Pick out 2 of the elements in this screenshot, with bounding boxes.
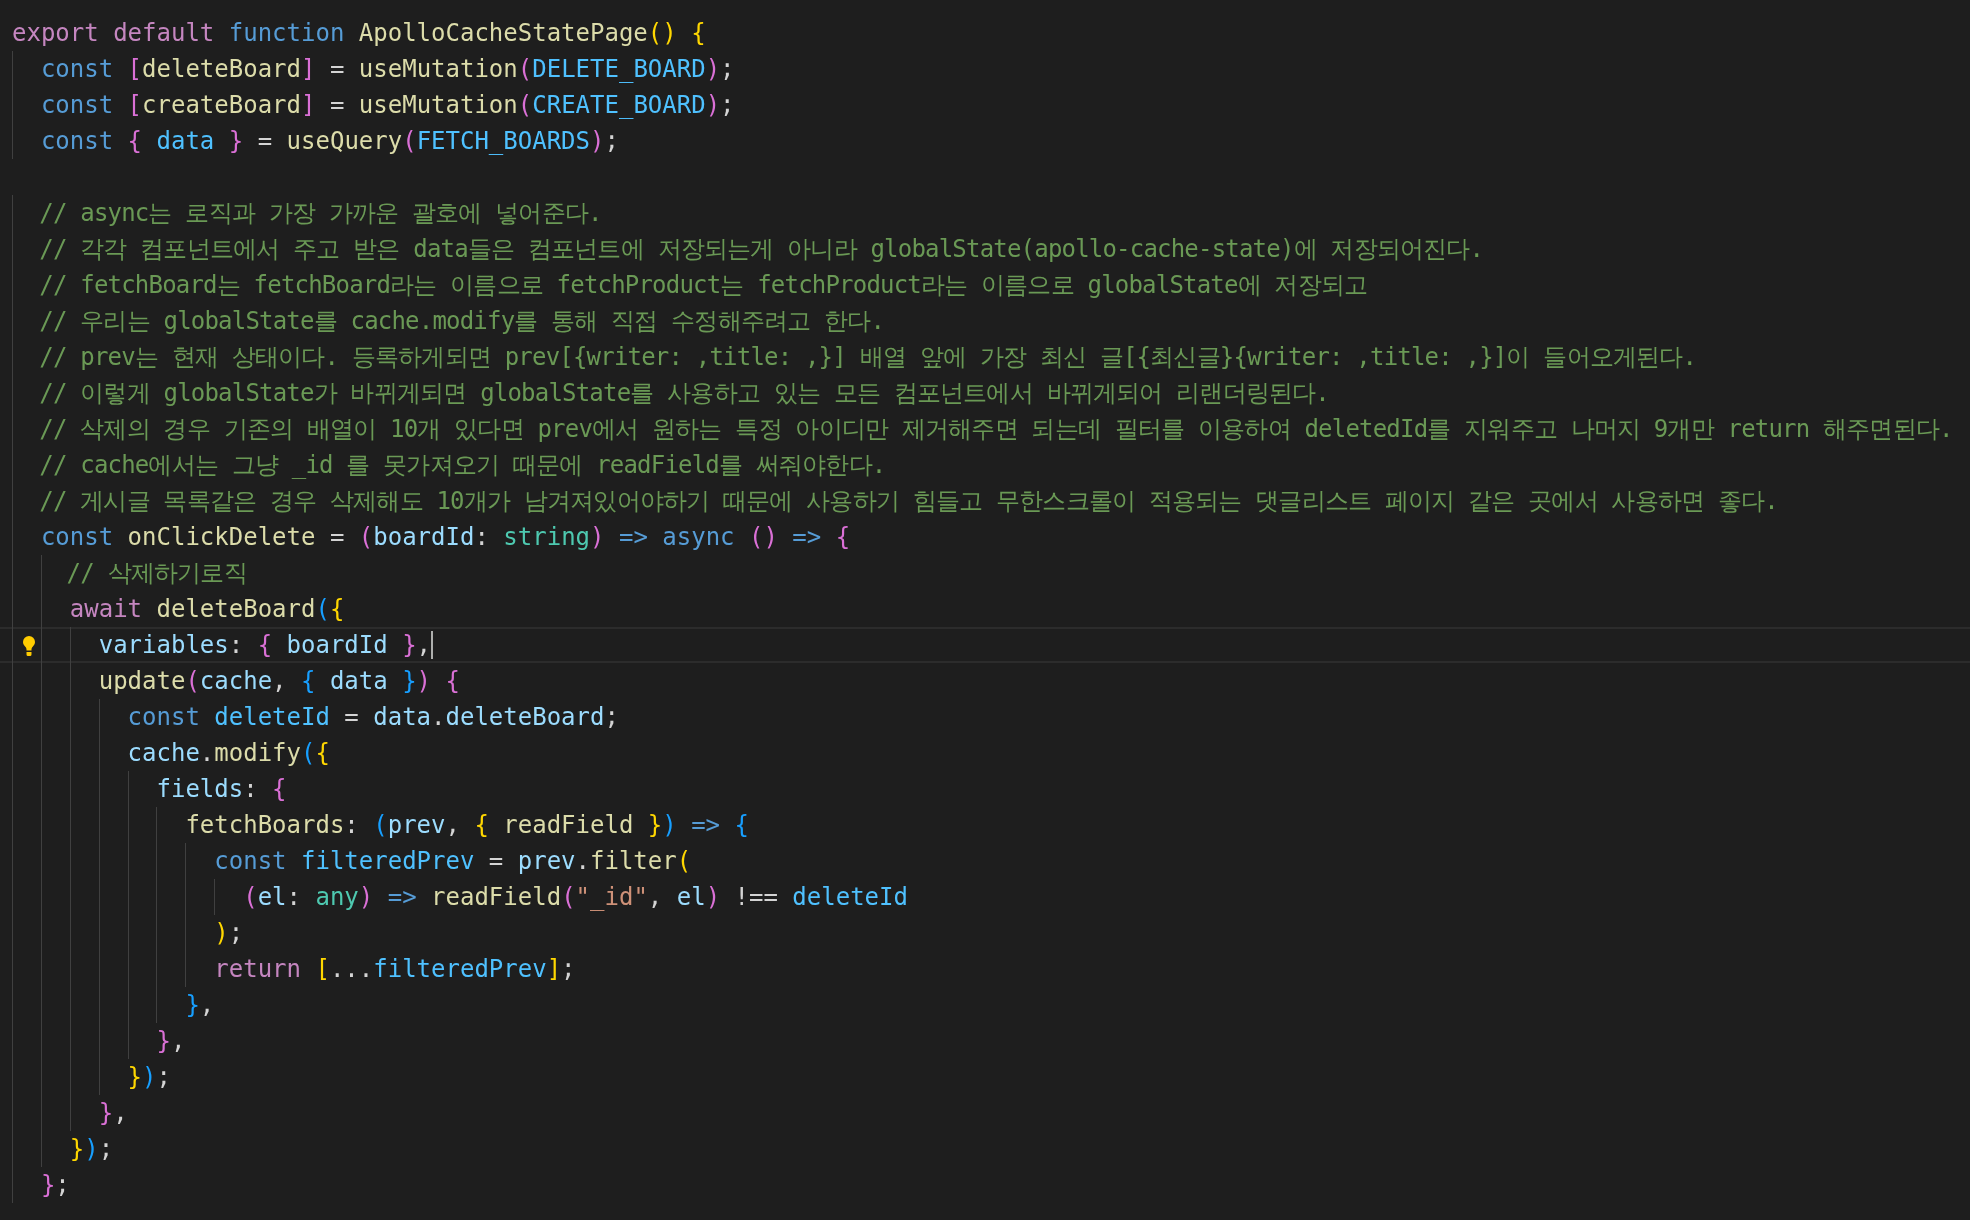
lightbulb-icon[interactable] xyxy=(22,635,36,657)
text-cursor xyxy=(431,631,434,659)
